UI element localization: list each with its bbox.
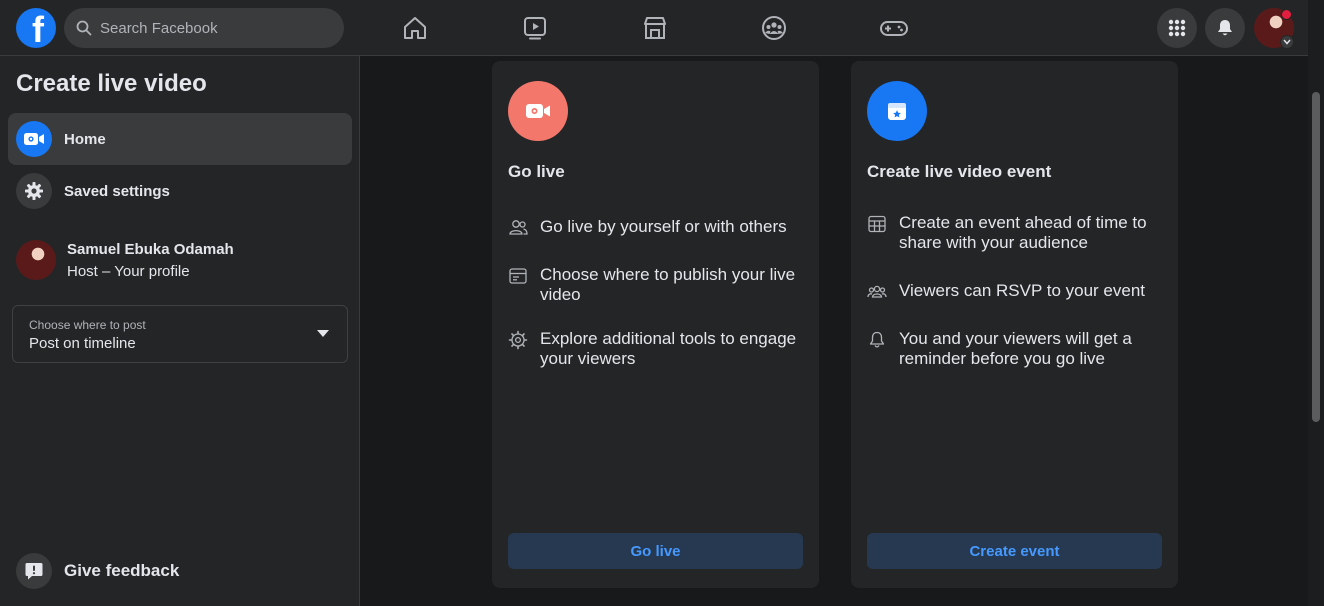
- feature-item: Go live by yourself or with others: [508, 217, 804, 238]
- logo-letter: f: [32, 9, 44, 48]
- feedback-label: Give feedback: [64, 561, 180, 580]
- feature-item: Viewers can RSVP to your event: [867, 281, 1163, 302]
- scrollbar-thumb[interactable]: [1312, 92, 1320, 422]
- feature-item: You and your viewers will get a reminder…: [867, 329, 1163, 369]
- feature-text: Choose where to publish your live video: [540, 265, 796, 304]
- page-title: Create live video: [16, 70, 207, 97]
- host-subtitle: Host – Your profile: [67, 262, 190, 280]
- feature-text: Explore additional tools to engage your …: [540, 329, 797, 368]
- gear-icon: [508, 330, 528, 350]
- select-value: Post on timeline: [29, 335, 136, 352]
- notification-dot: [1281, 9, 1292, 20]
- groups-icon[interactable]: [754, 8, 794, 48]
- gear-icon: [16, 173, 52, 209]
- sidebar-item-label: Home: [64, 130, 106, 148]
- card-title: Go live: [508, 162, 565, 181]
- avatar: [16, 240, 56, 280]
- publish-window-icon: [509, 268, 527, 284]
- card-title: Create live video event: [867, 162, 1052, 181]
- go-live-card: Go live Go live by yourself or with othe…: [492, 61, 819, 588]
- menu-grid-icon[interactable]: [1157, 8, 1197, 48]
- go-live-button[interactable]: Go live: [508, 533, 803, 569]
- feature-item: Create an event ahead of time to share w…: [867, 213, 1163, 253]
- watch-icon[interactable]: [515, 8, 555, 48]
- sidebar-item-home[interactable]: Home: [8, 113, 352, 165]
- people-icon: [509, 220, 528, 235]
- live-camera-icon: [16, 121, 52, 157]
- feedback-icon: [16, 553, 52, 589]
- feature-text: Go live by yourself or with others: [540, 217, 787, 236]
- bell-icon: [869, 331, 885, 348]
- calendar-star-icon: [867, 81, 927, 141]
- host-name: Samuel Ebuka Odamah: [67, 240, 234, 258]
- caret-down-icon: [317, 330, 329, 337]
- calendar-grid-icon: [868, 215, 886, 233]
- search-input[interactable]: [100, 19, 320, 37]
- scrollbar[interactable]: [1308, 0, 1324, 606]
- chevron-down-icon[interactable]: [1280, 35, 1294, 49]
- select-label: Choose where to post: [29, 318, 146, 332]
- search-bar[interactable]: [64, 8, 344, 48]
- top-navigation-bar: f: [0, 0, 1308, 56]
- give-feedback-button[interactable]: Give feedback: [16, 553, 179, 589]
- people-group-icon: [867, 285, 887, 298]
- marketplace-icon[interactable]: [635, 8, 675, 48]
- home-icon[interactable]: [395, 8, 435, 48]
- feature-item: Choose where to publish your live video: [508, 265, 804, 305]
- notifications-bell-icon[interactable]: [1205, 8, 1245, 48]
- facebook-logo[interactable]: f: [16, 8, 56, 48]
- create-event-button[interactable]: Create event: [867, 533, 1162, 569]
- host-profile[interactable]: Samuel Ebuka Odamah Host – Your profile: [16, 240, 234, 280]
- post-destination-select[interactable]: Choose where to post Post on timeline: [12, 305, 348, 363]
- sidebar-item-label: Saved settings: [64, 182, 170, 200]
- feature-item: Explore additional tools to engage your …: [508, 329, 804, 369]
- gaming-icon[interactable]: [874, 8, 914, 48]
- live-video-icon: [508, 81, 568, 141]
- sidebar: Create live video Home Saved settings Sa…: [0, 56, 360, 606]
- create-event-card: Create live video event Create an event …: [851, 61, 1178, 588]
- feature-text: You and your viewers will get a reminder…: [899, 329, 1132, 368]
- feature-text: Create an event ahead of time to share w…: [899, 213, 1147, 252]
- search-icon: [76, 20, 92, 36]
- sidebar-item-saved-settings[interactable]: Saved settings: [8, 165, 352, 217]
- feature-text: Viewers can RSVP to your event: [899, 281, 1146, 300]
